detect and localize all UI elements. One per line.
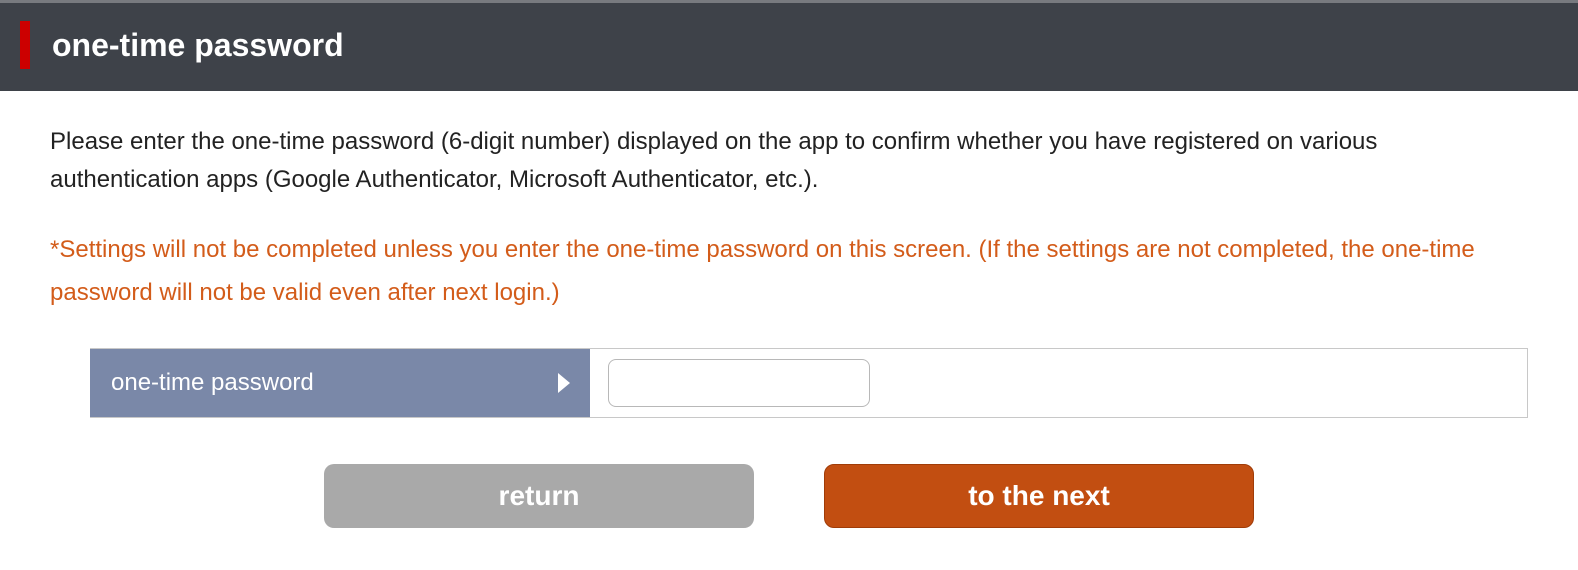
otp-input-wrap — [590, 349, 1527, 417]
page-header: one-time password — [0, 0, 1578, 91]
otp-field-row: one-time password — [90, 348, 1528, 418]
otp-input[interactable] — [608, 359, 870, 407]
return-button[interactable]: return — [324, 464, 754, 528]
otp-field-label: one-time password — [90, 349, 590, 417]
button-row: return to the next — [50, 464, 1528, 528]
header-accent — [20, 21, 30, 69]
instruction-text: Please enter the one-time password (6-di… — [50, 123, 1528, 200]
next-button[interactable]: to the next — [824, 464, 1254, 528]
page-title: one-time password — [52, 27, 344, 64]
warning-text: *Settings will not be completed unless y… — [50, 228, 1528, 314]
otp-label-text: one-time password — [111, 369, 314, 397]
content-area: Please enter the one-time password (6-di… — [0, 91, 1578, 558]
chevron-right-icon — [558, 373, 570, 393]
